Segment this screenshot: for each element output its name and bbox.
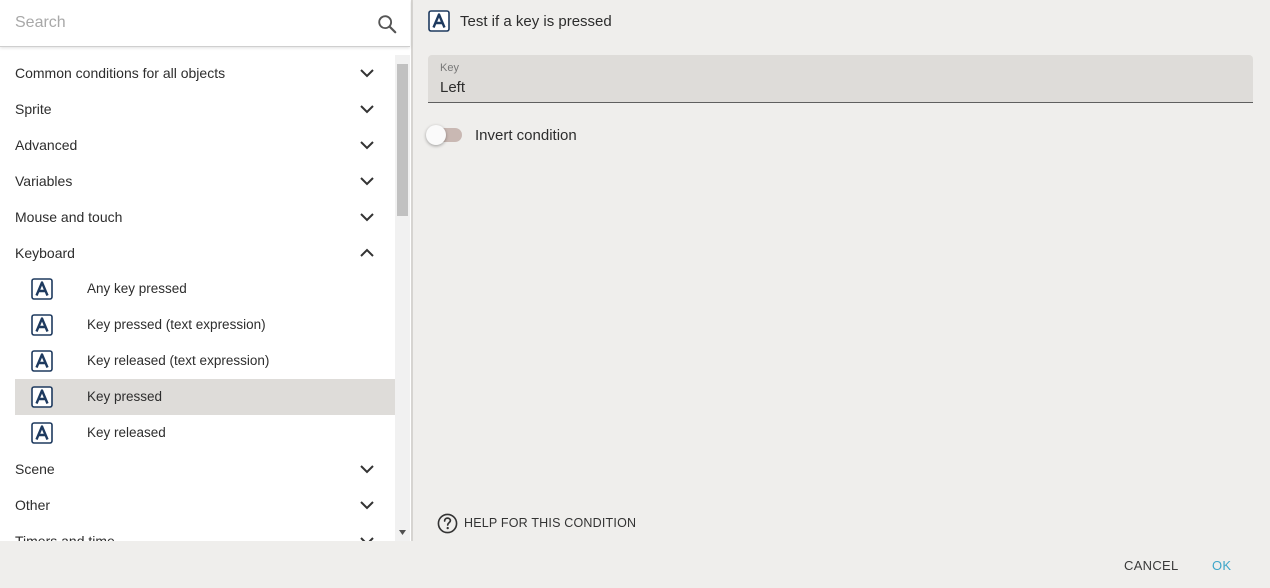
- key-field-label: Key: [440, 62, 459, 74]
- help-circle-icon: [437, 513, 458, 533]
- search-bar: [0, 0, 410, 47]
- category-advanced[interactable]: Advanced: [0, 127, 395, 163]
- search-input[interactable]: [15, 12, 355, 34]
- help-link-label: HELP FOR THIS CONDITION: [464, 516, 637, 530]
- list-item-key-pressed[interactable]: Key pressed: [15, 379, 395, 415]
- category-other[interactable]: Other: [0, 487, 395, 523]
- category-label: Advanced: [15, 137, 78, 153]
- category-label: Common conditions for all objects: [15, 65, 226, 81]
- keyboard-a-icon: [31, 422, 53, 444]
- scrollbar-thumb[interactable]: [397, 64, 408, 216]
- condition-editor-panel: Test if a key is pressed Key Left Invert…: [413, 0, 1270, 541]
- list-item-label: Key released: [87, 425, 166, 440]
- list-item-key-pressed-text-expression[interactable]: Key pressed (text expression): [15, 307, 395, 343]
- condition-title: Test if a key is pressed: [460, 12, 612, 30]
- category-label: Other: [15, 497, 51, 513]
- list-item-key-released-text-expression[interactable]: Key released (text expression): [15, 343, 395, 379]
- chevron-down-icon: [360, 465, 374, 474]
- invert-condition-toggle[interactable]: [426, 125, 462, 145]
- condition-header: Test if a key is pressed: [428, 9, 612, 33]
- keyboard-a-icon: [31, 278, 53, 300]
- list-item-label: Key pressed: [87, 389, 163, 404]
- invert-condition-label: Invert condition: [475, 126, 577, 144]
- key-field[interactable]: Key Left: [428, 55, 1253, 103]
- chevron-down-icon: [360, 177, 374, 186]
- category-mouse-and-touch[interactable]: Mouse and touch: [0, 199, 395, 235]
- help-for-condition-link[interactable]: HELP FOR THIS CONDITION: [437, 512, 636, 534]
- chevron-up-icon: [360, 248, 374, 257]
- category-timers-and-time[interactable]: Timers and time: [0, 523, 395, 541]
- list-scrollbar[interactable]: [395, 55, 410, 541]
- scroll-down-arrow-icon[interactable]: [399, 530, 406, 535]
- instruction-list: Common conditions for all objects Sprite…: [0, 55, 395, 541]
- key-field-value[interactable]: Left: [440, 79, 465, 96]
- keyboard-a-icon: [31, 350, 53, 372]
- category-variables[interactable]: Variables: [0, 163, 395, 199]
- ok-button[interactable]: OK: [1212, 553, 1231, 577]
- list-item-label: Key released (text expression): [87, 353, 270, 368]
- category-sprite[interactable]: Sprite: [0, 91, 395, 127]
- category-label: Sprite: [15, 101, 52, 117]
- list-item-key-released[interactable]: Key released: [15, 415, 395, 451]
- chevron-down-icon: [360, 501, 374, 510]
- category-keyboard[interactable]: Keyboard: [0, 235, 395, 271]
- list-item-label: Key pressed (text expression): [87, 317, 266, 332]
- category-label: Scene: [15, 461, 55, 477]
- chevron-down-icon: [360, 213, 374, 222]
- keyboard-a-icon: [31, 314, 53, 336]
- category-label: Keyboard: [15, 245, 75, 261]
- invert-condition-row: Invert condition: [426, 122, 577, 148]
- cancel-button[interactable]: CANCEL: [1124, 553, 1179, 577]
- toggle-knob[interactable]: [426, 125, 446, 145]
- list-item-any-key-pressed[interactable]: Any key pressed: [15, 271, 395, 307]
- dialog-footer: CANCEL OK: [0, 541, 1270, 588]
- category-scene[interactable]: Scene: [0, 451, 395, 487]
- chevron-down-icon: [360, 69, 374, 78]
- category-label: Mouse and touch: [15, 209, 123, 225]
- keyboard-a-icon: [428, 10, 450, 32]
- search-icon[interactable]: [376, 13, 398, 35]
- category-common-conditions[interactable]: Common conditions for all objects: [0, 55, 395, 91]
- list-item-label: Any key pressed: [87, 281, 187, 296]
- category-label: Timers and time: [15, 533, 115, 541]
- keyboard-a-icon: [31, 386, 53, 408]
- chevron-down-icon: [360, 105, 374, 114]
- instruction-list-panel: Common conditions for all objects Sprite…: [0, 0, 411, 541]
- chevron-down-icon: [360, 141, 374, 150]
- category-label: Variables: [15, 173, 73, 189]
